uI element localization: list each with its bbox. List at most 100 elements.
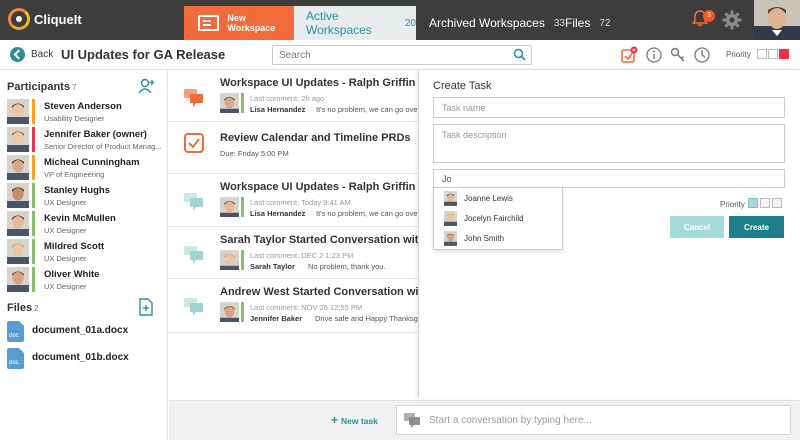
new-task-button[interactable]: New task [331, 413, 378, 427]
avatar [220, 197, 239, 217]
comment-text: It's no problem, we can go over it [316, 105, 426, 114]
new-workspace-button[interactable]: New Workspace [184, 6, 294, 40]
gear-icon[interactable] [722, 10, 742, 30]
last-comment-time: Last comment: Today 9:41 AM [250, 198, 351, 207]
avatar [7, 99, 29, 124]
task-icon [183, 133, 205, 153]
conversation-item[interactable]: Sarah Taylor Started Conversation with E… [169, 227, 472, 279]
priority-label: Priority [726, 50, 751, 59]
notification-badge: 3 [703, 10, 715, 22]
task-priority-medium[interactable] [760, 198, 770, 208]
status-bar [241, 197, 244, 217]
task-item[interactable]: Review Calendar and Timeline PRDs Due: F… [169, 122, 419, 174]
last-comment-time: Last comment: DEC 2 1:23 PM [250, 251, 354, 260]
conversation-item[interactable]: Workspace UI Updates - Ralph Griffin Sta… [169, 174, 467, 227]
back-button[interactable]: Back [31, 49, 53, 60]
logo-icon [8, 8, 30, 30]
commenter-name: Lisa Hernandez [250, 209, 306, 218]
task-priority-low[interactable] [748, 198, 758, 208]
tab-label: Files [565, 16, 591, 30]
participant-name: Mildred Scott [44, 241, 105, 252]
status-bar [32, 239, 35, 264]
tab-label: Active Workspaces [306, 9, 372, 37]
participant-name: Jennifer Baker (owner) [44, 129, 147, 140]
tab-count: 20 [404, 17, 416, 29]
commenter-name: Lisa Hernandez [250, 105, 306, 114]
priority-low[interactable] [757, 49, 767, 59]
conversation-item[interactable]: Andrew West Started Conversation with Ev… [169, 279, 469, 333]
priority-high[interactable] [779, 49, 789, 59]
status-bar [241, 93, 244, 113]
add-file-icon[interactable] [137, 298, 155, 316]
avatar [220, 93, 239, 113]
avatar [7, 127, 29, 152]
status-bar [241, 250, 244, 270]
participant-item[interactable]: Micheal Cunningham VP of Engineering [7, 155, 167, 181]
tab-active-workspaces[interactable]: Active Workspaces 20 [294, 6, 416, 40]
search-input[interactable] [272, 45, 532, 65]
participant-item[interactable]: Stanley Hughs UX Designer [7, 183, 167, 209]
task-description-input[interactable] [433, 124, 785, 163]
participant-role: Senior Director of Product Manag... [44, 142, 162, 151]
commenter-name: Jennifer Baker [250, 314, 303, 323]
chat-icon [183, 192, 205, 212]
status-bar [241, 302, 244, 322]
history-icon[interactable] [693, 46, 711, 64]
top-bar: CliqueIt New Workspace Active Workspaces… [0, 0, 800, 40]
file-item[interactable]: doc document_01b.docx [7, 348, 167, 370]
participant-item[interactable]: Steven Anderson Usability Designer [7, 99, 167, 125]
user-avatar[interactable] [754, 0, 800, 40]
file-item[interactable]: doc document_01a.docx [7, 321, 167, 343]
files-heading: Files 2 [7, 302, 39, 314]
suggestion-item[interactable]: Joanne Lewis [434, 189, 562, 209]
participant-item[interactable]: Mildred Scott UX Designer [7, 239, 167, 265]
status-bar [32, 183, 35, 208]
participant-role: UX Designer [44, 226, 87, 235]
task-priority-label: Priority [720, 200, 745, 209]
suggestion-name: John Smith [464, 234, 505, 243]
participant-item[interactable]: Oliver White UX Designer [7, 267, 167, 293]
suggestion-item[interactable]: John Smith [434, 229, 562, 249]
tab-label: Archived Workspaces [429, 16, 545, 30]
participant-item[interactable]: Jennifer Baker (owner) Senior Director o… [7, 127, 167, 153]
participant-role: UX Designer [44, 254, 87, 263]
sidebar: Participants 7 Steven Anderson Usability … [0, 70, 168, 440]
cancel-button[interactable]: Cancel [670, 216, 724, 238]
back-icon[interactable] [10, 47, 25, 62]
add-task-icon[interactable] [620, 46, 638, 64]
workspace-icon [198, 15, 220, 31]
avatar [444, 211, 457, 226]
priority-medium[interactable] [768, 49, 778, 59]
participant-name: Micheal Cunningham [44, 157, 140, 168]
app-logo[interactable]: CliqueIt [8, 8, 82, 30]
search-icon[interactable] [513, 48, 526, 61]
tab-files[interactable]: Files 72 [565, 6, 610, 40]
chat-icon [183, 297, 205, 317]
status-bar [32, 267, 35, 292]
chat-icon [183, 88, 205, 108]
participant-role: UX Designer [44, 198, 87, 207]
status-bar [32, 99, 35, 124]
task-priority-high[interactable] [772, 198, 782, 208]
composer-bar: New task Start a conversation by typing … [169, 400, 800, 440]
info-icon[interactable] [645, 46, 663, 64]
suggestion-item[interactable]: Jocelyn Fairchild [434, 209, 562, 229]
avatar [220, 302, 239, 322]
create-button[interactable]: Create [729, 216, 784, 238]
tab-archived-workspaces[interactable]: Archived Workspaces 33 [429, 6, 565, 40]
avatar [7, 211, 29, 236]
avatar [7, 155, 29, 180]
conversation-item[interactable]: Workspace UI Updates - Ralph Griffin Sta… [169, 70, 467, 122]
key-icon[interactable] [669, 46, 687, 64]
participant-name: Stanley Hughs [44, 185, 110, 196]
avatar [444, 191, 457, 206]
add-participant-icon[interactable] [138, 78, 156, 94]
participant-item[interactable]: Kevin McMullen UX Designer [7, 211, 167, 237]
participant-role: Usability Designer [44, 114, 105, 123]
new-workspace-label: New Workspace [227, 13, 276, 33]
participant-role: VP of Engineering [44, 170, 105, 179]
task-name-input[interactable] [433, 97, 785, 118]
assignee-input[interactable] [433, 169, 785, 188]
conversation-input[interactable]: Start a conversation by typing here... [396, 405, 791, 435]
workspace-header: Back UI Updates for GA Release Priority [0, 40, 800, 70]
